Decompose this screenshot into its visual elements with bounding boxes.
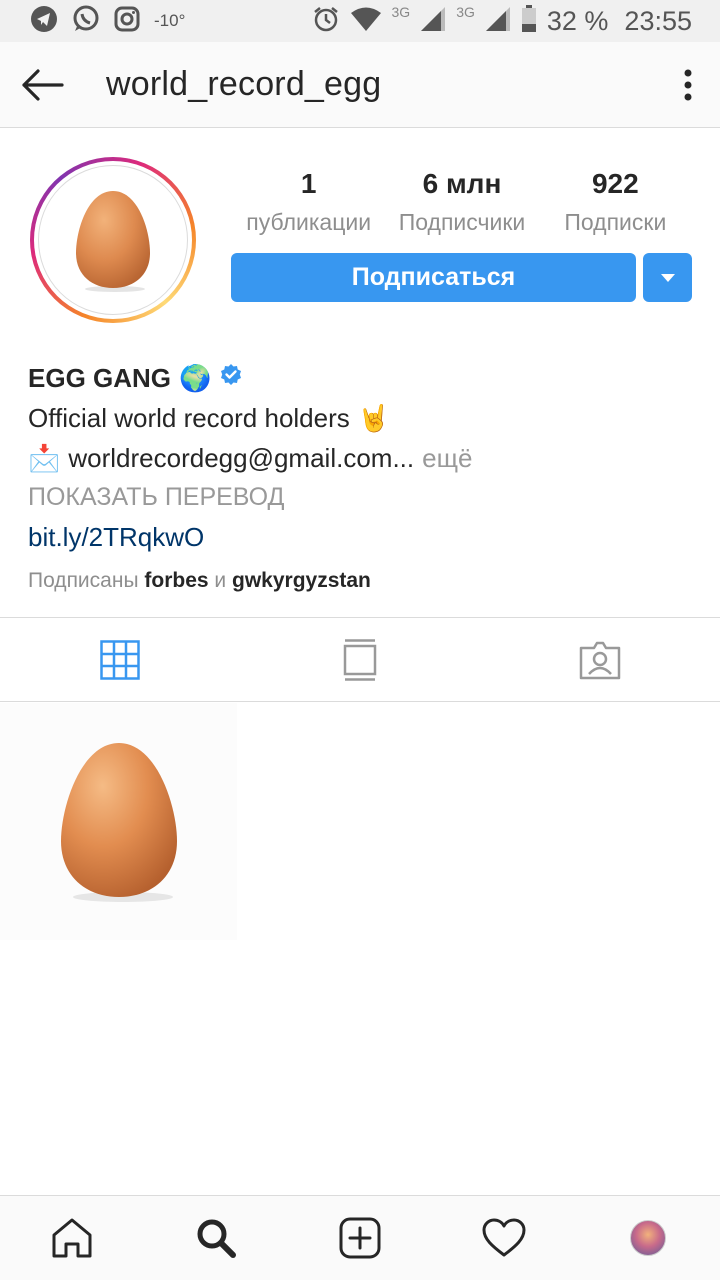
followed-by[interactable]: Подписаны forbes и gwkyrgyzstan — [28, 563, 698, 599]
show-translation-link[interactable]: ПОКАЗАТЬ ПЕРЕВОД — [28, 478, 698, 516]
profile-tabs — [0, 617, 720, 702]
feed-icon — [343, 638, 377, 681]
egg-image — [60, 742, 177, 902]
nav-activity[interactable] — [432, 1196, 576, 1280]
tab-tagged[interactable] — [480, 618, 720, 701]
egg-image — [76, 191, 150, 292]
stat-label: Подписчики — [398, 209, 526, 235]
tagged-icon — [579, 641, 621, 679]
profile-display-name: EGG GANG — [28, 363, 172, 393]
tab-grid[interactable] — [0, 618, 240, 701]
nav-search[interactable] — [144, 1196, 288, 1280]
telegram-icon — [30, 5, 58, 38]
clock-time: 23:55 — [624, 5, 692, 36]
more-vertical-icon — [684, 69, 692, 100]
stat-posts[interactable]: 1 публикации — [232, 164, 385, 240]
profile-stats: 1 публикации 6 млн Подписчики 922 Подпис… — [232, 164, 692, 240]
followed-by-and: и — [214, 569, 227, 592]
bottom-navigation — [0, 1195, 720, 1280]
stat-value: 922 — [591, 168, 639, 199]
stat-followers[interactable]: 6 млн Подписчики — [385, 164, 538, 240]
profile-bio: EGG GANG 🌍 Official world record holders… — [28, 358, 698, 599]
globe-emoji: 🌍 — [179, 363, 212, 393]
bio-email: worldrecordegg@gmail.com... — [68, 443, 415, 473]
status-bar: -10° 3G 3G 32 % 23:55 — [0, 0, 720, 42]
followed-by-user: gwkyrgyzstan — [232, 569, 371, 592]
whatsapp-icon — [72, 5, 100, 38]
instagram-icon — [114, 6, 140, 37]
search-icon — [197, 1219, 236, 1258]
signal-icon-2 — [485, 6, 511, 37]
back-button[interactable] — [0, 42, 84, 128]
followed-by-prefix: Подписаны — [28, 569, 139, 592]
profile-avatar — [38, 165, 188, 315]
grid-icon — [100, 639, 140, 680]
bio-website-link[interactable]: bit.ly/2TRqkwO — [28, 517, 698, 557]
network-type-2: 3G — [456, 4, 475, 20]
back-arrow-icon — [22, 68, 64, 101]
battery-icon — [521, 4, 537, 38]
wifi-icon — [350, 6, 382, 37]
stat-label: публикации — [246, 209, 372, 235]
network-type-1: 3G — [391, 4, 411, 20]
home-icon — [52, 1218, 92, 1258]
follow-button[interactable]: Подписаться — [231, 253, 636, 302]
inbox-emoji: 📩 — [28, 443, 61, 473]
stat-value: 1 — [300, 168, 317, 199]
profile-username: world_record_egg — [106, 65, 382, 103]
nav-profile[interactable] — [576, 1196, 720, 1280]
heart-icon — [482, 1218, 526, 1257]
app-bar: world_record_egg — [0, 42, 720, 128]
nav-home[interactable] — [0, 1196, 144, 1280]
tab-feed[interactable] — [240, 618, 480, 701]
temperature-text: -10° — [154, 11, 186, 30]
profile-avatar-ring[interactable] — [30, 157, 196, 323]
suggestions-dropdown-button[interactable] — [643, 253, 692, 302]
followed-by-user: forbes — [144, 569, 209, 592]
rock-hand-emoji: 🤘 — [357, 403, 391, 433]
bio-text: Official world record holders — [28, 403, 350, 433]
stat-value: 6 млн — [422, 168, 502, 199]
verified-badge-icon — [219, 358, 243, 398]
stat-following[interactable]: 922 Подписки — [539, 164, 692, 240]
caret-down-icon — [660, 273, 675, 282]
battery-percent: 32 % — [546, 5, 609, 36]
profile-avatar — [630, 1220, 666, 1256]
post-thumbnail[interactable] — [0, 703, 237, 940]
nav-add-post[interactable] — [288, 1196, 432, 1280]
more-link[interactable]: ещё — [422, 438, 472, 478]
signal-icon-1 — [420, 6, 446, 37]
stat-label: Подписки — [564, 209, 667, 235]
more-options-button[interactable] — [656, 42, 720, 128]
alarm-icon — [312, 5, 340, 38]
add-icon — [339, 1217, 381, 1259]
